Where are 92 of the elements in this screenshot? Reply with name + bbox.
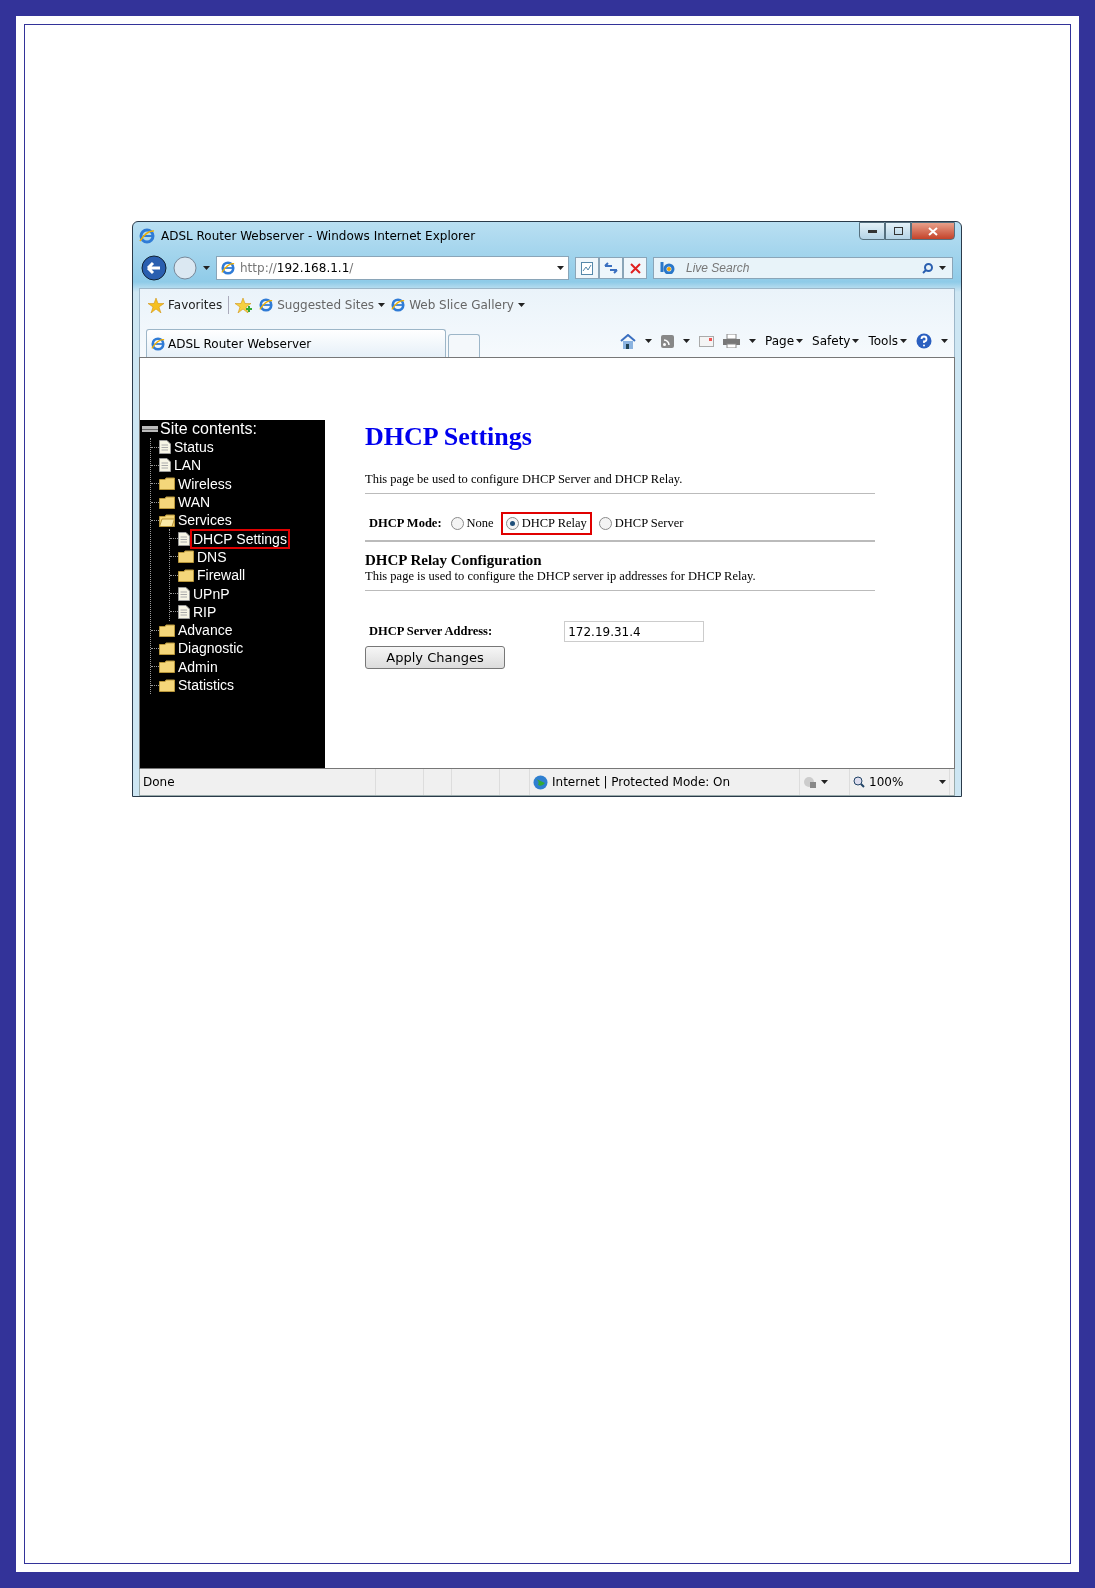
tree-item[interactable]: DHCP Settings [192, 530, 288, 547]
tree-item[interactable]: UPnP [192, 585, 231, 602]
tree-item[interactable]: Diagnostic [177, 640, 245, 657]
close-icon [928, 226, 938, 236]
star-icon [148, 297, 164, 313]
folder-icon [159, 495, 175, 509]
browser-tab[interactable]: ADSL Router Webserver [146, 329, 446, 357]
print-icon[interactable] [723, 334, 740, 348]
window-title: ADSL Router Webserver - Windows Internet Explorer [161, 229, 477, 243]
search-icon [922, 262, 933, 274]
tree-item[interactable]: Statistics [177, 677, 235, 693]
folder-icon [159, 660, 175, 674]
favorites-link[interactable]: Web Slice Gallery [391, 298, 525, 312]
browser-logo-icon [259, 298, 274, 312]
help-icon[interactable] [916, 333, 932, 349]
tree-item[interactable]: WAN [177, 494, 212, 511]
tree-root-icon [142, 424, 158, 434]
minimize-icon [867, 229, 877, 233]
status-text: Done [143, 775, 175, 789]
page-description: This page be used to configure DHCP Server and DHCP Relay. [365, 472, 684, 487]
field-label: DHCP Server Address: [369, 624, 493, 639]
refresh-button[interactable] [599, 257, 623, 279]
field-label: DHCP Mode: [369, 516, 442, 531]
security-zone-text: Internet | Protected Mode: On [552, 775, 731, 789]
folder-icon [178, 568, 194, 582]
browser-logo-icon [391, 298, 406, 312]
compatibility-button[interactable] [575, 257, 599, 279]
search-bar[interactable]: Live Search [653, 257, 953, 279]
caret-icon [749, 339, 756, 343]
caret-icon [517, 303, 525, 307]
browser-logo-icon [221, 261, 235, 275]
tree-item[interactable]: RIP [192, 603, 218, 620]
maximize-button[interactable] [885, 222, 911, 240]
folder-icon [159, 477, 175, 491]
tree-item[interactable]: DNS [196, 548, 228, 565]
caret-icon [939, 780, 946, 784]
caret-icon [852, 339, 860, 343]
menu-button[interactable]: Page [765, 334, 804, 348]
sidebar-title: Site contents: [160, 420, 257, 438]
url-text: http://192.168.1.1/ [240, 261, 355, 275]
tree-item[interactable]: Admin [177, 658, 219, 675]
caret-icon [939, 266, 946, 270]
caret-icon [378, 303, 386, 307]
close-button[interactable] [911, 222, 955, 240]
folder-icon [159, 678, 175, 692]
menu-button[interactable]: Safety [812, 334, 860, 348]
favorites-link[interactable]: Suggested Sites [259, 298, 386, 312]
radio-option[interactable]: None [447, 514, 497, 533]
menu-button[interactable]: Tools [868, 334, 907, 348]
browser-logo-icon [151, 336, 165, 351]
tree-item[interactable]: Status [173, 439, 215, 456]
address-field[interactable]: http://192.168.1.1/ [216, 256, 569, 280]
feed-icon[interactable] [661, 334, 674, 348]
server-address-field[interactable]: 172.19.31.4 [564, 621, 705, 642]
back-button[interactable] [141, 255, 167, 281]
folder-icon [159, 641, 175, 655]
caret-icon [900, 339, 907, 343]
caret-icon [796, 339, 804, 343]
favorites-button[interactable]: Favorites [148, 297, 223, 313]
mail-icon[interactable] [699, 335, 714, 347]
caret-icon [821, 780, 828, 784]
add-favorite-icon[interactable] [235, 297, 254, 313]
globe-icon [533, 774, 548, 790]
caret-icon [557, 266, 564, 270]
home-icon[interactable] [620, 333, 636, 349]
stop-button[interactable] [623, 257, 647, 279]
section-title: DHCP Relay Configuration [365, 552, 543, 569]
maximize-icon [893, 227, 903, 235]
minimize-button[interactable] [859, 222, 885, 240]
tree-item[interactable]: Wireless [177, 475, 233, 492]
browser-logo-icon [139, 228, 155, 244]
zoom-icon [853, 776, 865, 788]
caret-icon [645, 339, 652, 343]
radio-option[interactable]: DHCP Server [595, 514, 687, 533]
apply-changes-button[interactable]: Apply Changes [365, 646, 505, 669]
caret-icon [683, 339, 690, 343]
tree-item[interactable]: Firewall [196, 567, 247, 584]
search-field[interactable]: Live Search [684, 260, 916, 276]
folder-icon [178, 550, 194, 564]
stop-icon [629, 262, 641, 274]
section-description: This page is used to configure the DHCP server ip addresses for DHCP Relay. [365, 569, 757, 584]
page-title: DHCP Settings [365, 421, 533, 452]
radio-option[interactable]: DHCP Relay [502, 514, 590, 533]
refresh-icon [604, 262, 618, 274]
zoom-level: 100% [869, 775, 904, 789]
forward-button[interactable] [173, 256, 197, 280]
tree-item[interactable]: LAN [173, 457, 203, 474]
caret-icon [203, 266, 210, 270]
folder-icon [159, 623, 175, 637]
caret-icon [941, 339, 948, 343]
tree-item[interactable]: Services [177, 512, 233, 529]
tree-item[interactable]: Advance [177, 622, 234, 639]
